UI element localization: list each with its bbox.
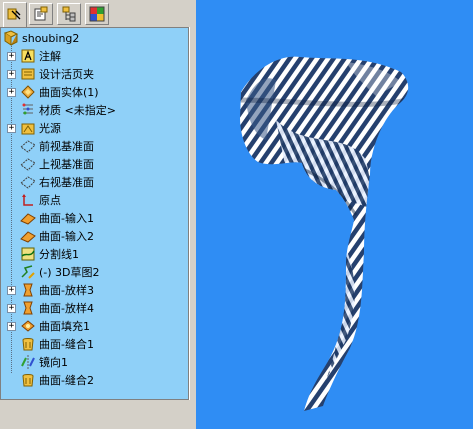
display-icon — [89, 6, 105, 22]
tree-expander[interactable]: + — [7, 322, 16, 331]
tree-item-label: 曲面-输入2 — [39, 230, 94, 243]
tree-item[interactable]: 曲面-缝合2 — [20, 371, 94, 389]
tree-item[interactable]: 曲面-输入2 — [20, 227, 94, 245]
tree-item-label: 上视基准面 — [39, 158, 94, 171]
manager-tab-strip — [0, 0, 196, 28]
tree-item-label: 注解 — [39, 50, 61, 63]
tree-item[interactable]: 镜向1 — [20, 353, 68, 371]
3d-sketch-icon — [20, 264, 36, 280]
tree-item[interactable]: 曲面-缝合1 — [20, 335, 94, 353]
feature-tree: shoubing2 + 注解 + 设计活页夹 + 曲面实体(1) 材质 <未指定> + 光源前视… — [0, 27, 189, 400]
part-icon — [3, 30, 19, 46]
tree-item[interactable]: 注解 — [20, 47, 61, 65]
design-binder-icon — [20, 66, 36, 82]
tree-item-label: 原点 — [39, 194, 61, 207]
tree-item[interactable]: 光源 — [20, 119, 61, 137]
tree-item-label: 材质 <未指定> — [39, 104, 116, 117]
tree-item[interactable]: 曲面填充1 — [20, 317, 90, 335]
panel-splitter[interactable] — [189, 27, 196, 400]
property-manager-tab[interactable] — [29, 3, 53, 25]
tree-item[interactable]: 材质 <未指定> — [20, 101, 116, 119]
plane-icon — [20, 156, 36, 172]
tree-item-label: 曲面实体(1) — [39, 86, 99, 99]
tree-item[interactable]: 前视基准面 — [20, 137, 94, 155]
tree-item-label: 光源 — [39, 122, 61, 135]
tree-root[interactable]: shoubing2 — [3, 29, 79, 47]
tree-expander[interactable]: + — [7, 52, 16, 61]
tree-item-label: 分割线1 — [39, 248, 79, 261]
tree-item[interactable]: 设计活页夹 — [20, 65, 94, 83]
tree-item-label: 曲面-输入1 — [39, 212, 94, 225]
material-icon — [20, 102, 36, 118]
property-icon — [34, 6, 48, 21]
tree-expander[interactable]: + — [7, 70, 16, 79]
tree-item-label: 镜向1 — [39, 356, 68, 369]
tree-item[interactable]: 曲面-放样3 — [20, 281, 94, 299]
tree-item-label: 右视基准面 — [39, 176, 94, 189]
graphics-viewport[interactable] — [196, 0, 473, 429]
annotation-icon — [20, 48, 36, 64]
tree-item[interactable]: 上视基准面 — [20, 155, 94, 173]
tree-item-label: 设计活页夹 — [39, 68, 94, 81]
tree-item[interactable]: (-) 3D草图2 — [20, 263, 100, 281]
configuration-icon — [62, 6, 76, 22]
surface-loft-icon — [20, 300, 36, 316]
feature-tree-icon — [7, 8, 21, 20]
tree-item-label: 曲面-缝合2 — [39, 374, 94, 387]
tree-expander[interactable]: + — [7, 304, 16, 313]
tree-item[interactable]: 原点 — [20, 191, 61, 209]
tree-item[interactable]: 曲面实体(1) — [20, 83, 99, 101]
tree-expander[interactable]: + — [7, 286, 16, 295]
tree-item-label: 曲面填充1 — [39, 320, 90, 333]
origin-icon — [20, 192, 36, 208]
tree-root-label: shoubing2 — [22, 31, 80, 45]
split-line-icon — [20, 246, 36, 262]
surface-loft-icon — [20, 282, 36, 298]
imported-surface-icon — [20, 210, 36, 226]
zebra-stripes-model[interactable] — [196, 0, 473, 429]
tree-item-label: 曲面-放样4 — [39, 302, 94, 315]
tree-item[interactable]: 右视基准面 — [20, 173, 94, 191]
feature-manager-panel: shoubing2 + 注解 + 设计活页夹 + 曲面实体(1) 材质 <未指定> + 光源前视… — [0, 0, 196, 429]
tree-expander[interactable]: + — [7, 124, 16, 133]
display-manager-tab[interactable] — [85, 3, 109, 25]
imported-surface-icon — [20, 228, 36, 244]
panel-footer — [0, 400, 196, 429]
plane-icon — [20, 174, 36, 190]
tree-item-label: 前视基准面 — [39, 140, 94, 153]
surface-knit-icon — [20, 336, 36, 352]
tree-expander[interactable]: + — [7, 88, 16, 97]
tree-item-label: (-) 3D草图2 — [39, 266, 100, 279]
filled-surface-icon — [20, 318, 36, 334]
tree-item-label: 曲面-缝合1 — [39, 338, 94, 351]
plane-icon — [20, 138, 36, 154]
surface-knit-icon — [20, 372, 36, 388]
tree-item-label: 曲面-放样3 — [39, 284, 94, 297]
tree-item[interactable]: 曲面-放样4 — [20, 299, 94, 317]
feature-manager-tab[interactable] — [3, 2, 27, 27]
configuration-manager-tab[interactable] — [57, 3, 81, 25]
lights-icon — [20, 120, 36, 136]
tree-item[interactable]: 分割线1 — [20, 245, 79, 263]
tree-item[interactable]: 曲面-输入1 — [20, 209, 94, 227]
surface-bodies-icon — [20, 84, 36, 100]
mirror-icon — [20, 354, 36, 370]
